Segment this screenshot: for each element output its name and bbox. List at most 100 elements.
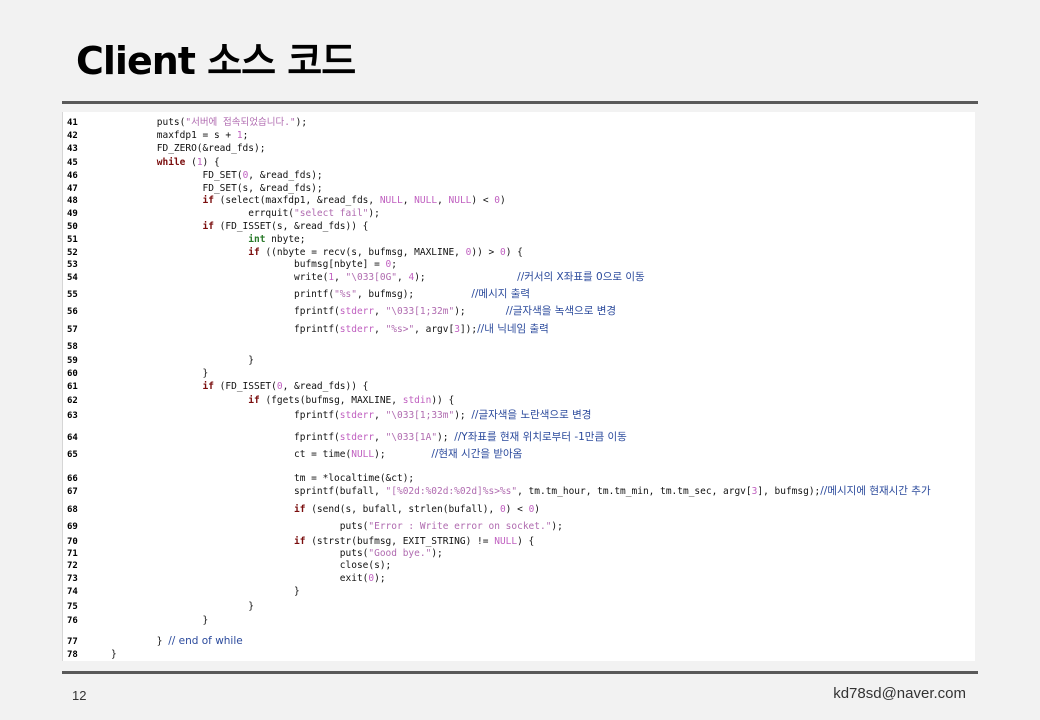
line-number: 50 <box>67 222 78 232</box>
code-token: ); <box>374 573 386 584</box>
code-line: 72 close(s); <box>63 559 391 573</box>
code-token: ); <box>374 449 432 460</box>
code-token: if <box>111 536 306 547</box>
code-token: ct = time( <box>111 449 352 460</box>
code-token: "\033[1A" <box>385 432 438 443</box>
code-line: 61 if (FD_ISSET(0, &read_fds)) { <box>63 380 368 394</box>
line-number: 72 <box>67 561 78 571</box>
code-comment: //글자색을 녹색으로 변경 <box>505 305 617 317</box>
code-line: 45 while (1) { <box>63 156 220 170</box>
code-token: fprintf( <box>111 432 340 443</box>
code-token: maxfdp1 = s + <box>111 130 237 141</box>
code-token: stdin <box>402 395 432 406</box>
code-token: , <box>374 432 386 443</box>
code-token: "select fail" <box>294 208 369 219</box>
code-line: 57 fprintf(stderr, "%s>", argv[3]);//내 닉… <box>63 322 549 336</box>
code-token: ) <box>500 195 506 206</box>
code-comment: //커서의 X좌표를 0으로 이동 <box>517 271 645 283</box>
line-number: 57 <box>67 325 78 335</box>
code-token: bufmsg[nbyte] = <box>111 259 386 270</box>
code-line: 60 } <box>63 367 208 381</box>
code-token: "\033[1;33m" <box>385 410 455 421</box>
code-token: } <box>111 636 169 647</box>
code-comment: //현재 시간을 받아옴 <box>431 448 523 460</box>
code-token: stderr <box>339 432 375 443</box>
code-comment: //내 닉네임 출력 <box>477 323 549 335</box>
line-number: 74 <box>67 587 78 597</box>
code-token: "Error : Write error on socket." <box>368 521 552 532</box>
code-token: ); <box>454 306 506 317</box>
code-line: 63 fprintf(stderr, "\033[1;33m"); //글자색을… <box>63 408 591 422</box>
code-line: 75 } <box>63 600 254 614</box>
code-line: 68 if (send(s, bufall, strlen(bufall), 0… <box>63 503 540 517</box>
code-token: exit( <box>111 573 369 584</box>
code-token: fprintf( <box>111 324 340 335</box>
code-token: ((nbyte = recv(s, bufmsg, MAXLINE, <box>259 247 466 258</box>
code-comment: //글자색을 노란색으로 변경 <box>471 409 592 421</box>
code-token: } <box>111 368 209 379</box>
code-line: 64 fprintf(stderr, "\033[1A"); //Y좌표를 현재… <box>63 430 627 444</box>
line-number: 49 <box>67 209 78 219</box>
line-number: 78 <box>67 650 78 660</box>
code-line: 69 puts("Error : Write error on socket."… <box>63 520 563 534</box>
code-token: FD_SET( <box>111 170 243 181</box>
line-number: 69 <box>67 522 78 532</box>
code-token: ); <box>454 410 472 421</box>
code-token: ) { <box>202 157 220 168</box>
code-token: ( <box>185 157 197 168</box>
line-number: 60 <box>67 369 78 379</box>
line-number: 67 <box>67 487 78 497</box>
code-token: (FD_ISSET(s, &read_fds)) { <box>213 221 369 232</box>
code-token: if <box>111 381 214 392</box>
line-number: 43 <box>67 144 78 154</box>
code-token: NULL <box>414 195 438 206</box>
line-number: 54 <box>67 273 78 283</box>
code-line: 49 errquit("select fail"); <box>63 207 380 221</box>
code-token: while <box>111 157 186 168</box>
code-token: ); <box>295 117 308 128</box>
code-line: 78} <box>63 648 117 661</box>
code-token: close(s); <box>111 560 392 571</box>
code-token: } <box>111 586 300 597</box>
code-token: } <box>111 355 254 366</box>
code-token: sprintf(bufall, <box>111 486 386 497</box>
code-token: NULL <box>351 449 375 460</box>
code-token: NULL <box>448 195 472 206</box>
code-line: 41 puts("서버에 접속되었습니다."); <box>63 116 307 130</box>
code-token: )) { <box>431 395 455 406</box>
code-token: , <box>402 195 415 206</box>
code-token: stderr <box>339 410 375 421</box>
code-token: ) { <box>517 536 535 547</box>
code-token: puts( <box>111 548 369 559</box>
code-token: puts( <box>111 117 186 128</box>
line-number: 51 <box>67 235 78 245</box>
slide-title: Client 소스 코드 <box>76 39 356 83</box>
code-comment: // end of while <box>168 635 243 647</box>
line-number: 46 <box>67 171 78 181</box>
code-token: (send(s, bufall, strlen(bufall), <box>305 504 500 515</box>
code-token: fprintf( <box>111 306 340 317</box>
code-token: ); <box>414 272 518 283</box>
code-token: FD_SET(s, &read_fds); <box>111 183 323 194</box>
line-number: 61 <box>67 382 78 392</box>
code-token: , <box>437 195 449 206</box>
code-token: , argv[ <box>414 324 455 335</box>
code-token: , <box>374 324 386 335</box>
top-divider <box>62 101 978 104</box>
code-token: puts( <box>111 521 369 532</box>
page-number: 12 <box>72 688 87 703</box>
code-comment: //메시지에 현재시간 추가 <box>820 485 931 497</box>
code-token: stderr <box>339 324 375 335</box>
line-number: 42 <box>67 131 78 141</box>
code-token: (fgets(bufmsg, MAXLINE, <box>259 395 403 406</box>
code-token: stderr <box>339 306 375 317</box>
line-number: 48 <box>67 196 78 206</box>
code-token: fprintf( <box>111 410 340 421</box>
code-token: , <box>397 272 409 283</box>
code-line: 65 ct = time(NULL); //현재 시간을 받아옴 <box>63 447 522 461</box>
code-token: , &read_fds); <box>248 170 323 181</box>
code-panel: 41 puts("서버에 접속되었습니다."); 42 maxfdp1 = s +… <box>62 112 975 661</box>
code-token: "\033[0G" <box>345 272 398 283</box>
code-comment: //Y좌표를 현재 위치로부터 -1만큼 이동 <box>454 431 627 443</box>
code-line: 46 FD_SET(0, &read_fds); <box>63 169 323 183</box>
